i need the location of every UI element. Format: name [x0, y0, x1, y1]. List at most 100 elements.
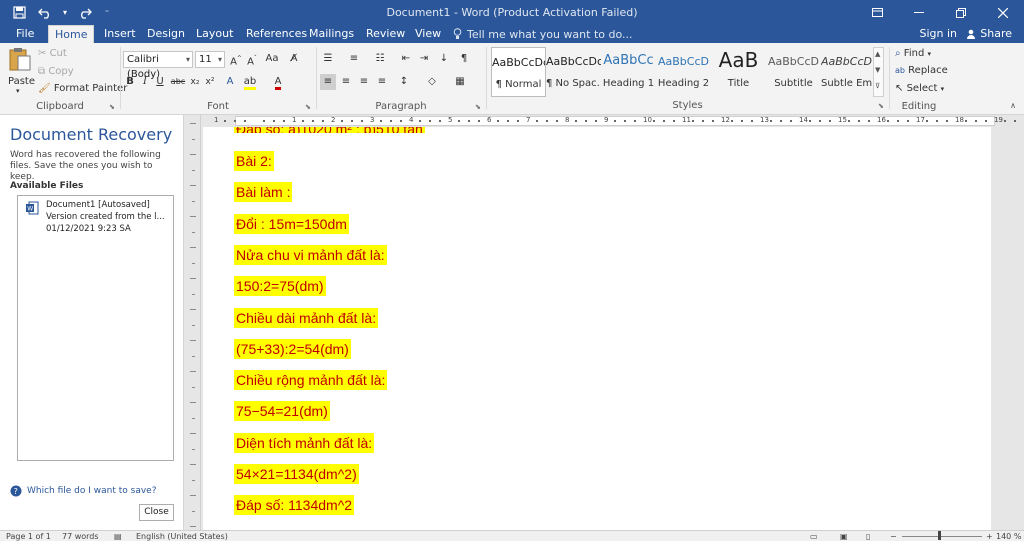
- zoom-out-icon[interactable]: −: [890, 532, 897, 541]
- shading-icon[interactable]: ◇: [424, 74, 440, 90]
- read-mode-icon[interactable]: ▭: [810, 532, 818, 541]
- document-paragraph[interactable]: Bài làm :: [234, 182, 293, 203]
- document-paragraph[interactable]: Đáp số: 1134dm^2: [234, 495, 355, 516]
- justify-icon[interactable]: ≡: [374, 74, 390, 90]
- minimize-icon[interactable]: [898, 0, 940, 25]
- zoom-slider[interactable]: [902, 536, 982, 537]
- paragraph-launcher-icon[interactable]: ⬊: [475, 103, 483, 111]
- numbering-icon[interactable]: ≡: [346, 51, 362, 67]
- format-painter-button[interactable]: 🖌 Format Painter: [38, 83, 127, 94]
- style-title[interactable]: AaB Title: [711, 47, 766, 97]
- ribbon-display-options-icon[interactable]: [856, 0, 898, 25]
- styles-launcher-icon[interactable]: ⬊: [878, 102, 886, 110]
- tab-mailings[interactable]: Mailings: [303, 25, 360, 43]
- shrink-font-icon[interactable]: Aˇ: [244, 51, 260, 67]
- language[interactable]: English (United States): [136, 532, 228, 541]
- superscript-button[interactable]: x²: [202, 74, 218, 90]
- share-button[interactable]: Share: [966, 25, 1012, 42]
- document-paragraph[interactable]: Chiều dài mảnh đất là:: [234, 307, 379, 328]
- select-button[interactable]: ↖ Select ▾: [895, 83, 944, 94]
- clear-formatting-icon[interactable]: A̸: [286, 51, 302, 67]
- multilevel-list-icon[interactable]: ☷: [372, 51, 388, 67]
- style-no-spacing[interactable]: AaBbCcDc ¶ No Spac...: [546, 47, 601, 97]
- style-heading-1[interactable]: AaBbCc Heading 1: [601, 47, 656, 97]
- line-spacing-icon[interactable]: ↕: [396, 74, 412, 90]
- font-launcher-icon[interactable]: ⬊: [305, 103, 313, 111]
- close-icon[interactable]: [982, 0, 1024, 25]
- tab-design[interactable]: Design: [141, 25, 191, 43]
- tab-review[interactable]: Review: [360, 25, 411, 43]
- cut-button[interactable]: ✂ Cut: [38, 48, 67, 59]
- sort-icon[interactable]: ↓: [436, 51, 452, 67]
- highlight-color-icon[interactable]: ab: [242, 74, 258, 90]
- close-button[interactable]: Close: [139, 504, 174, 521]
- style-normal[interactable]: AaBbCcDc ¶ Normal: [491, 47, 546, 97]
- collapse-ribbon-icon[interactable]: ∧: [1010, 101, 1016, 110]
- list-item[interactable]: W Document1 [Autosaved] Version created …: [18, 198, 173, 238]
- subscript-button[interactable]: x₂: [187, 74, 203, 90]
- underline-button[interactable]: U: [152, 74, 168, 90]
- font-size-box[interactable]: 11 ▾: [195, 51, 225, 68]
- restore-icon[interactable]: [940, 0, 982, 25]
- document-paragraph[interactable]: Chiều rộng mảnh đất là:: [234, 370, 388, 391]
- tab-insert[interactable]: Insert: [98, 25, 142, 43]
- decrease-indent-icon[interactable]: ⇤: [398, 51, 414, 67]
- bold-button[interactable]: B: [122, 74, 138, 90]
- find-button[interactable]: ⌕ Find ▾: [895, 48, 931, 59]
- style-subtitle[interactable]: AaBbCcD Subtitle: [766, 47, 821, 97]
- zoom-in-icon[interactable]: +: [986, 532, 993, 541]
- style-subtle-emphasis[interactable]: AaBbCcDc Subtle Em...: [821, 47, 872, 97]
- document-paragraph[interactable]: Diện tích mảnh đất là:: [234, 432, 375, 453]
- which-file-help-link[interactable]: ? Which file do I want to save?: [10, 485, 157, 497]
- horizontal-ruler[interactable]: 1 1 2 3 4 5 6 7 8 9 10 11 12 13 14 15 16 17 18 19: [202, 115, 1024, 127]
- document-paragraph[interactable]: 150:2=75(dm): [234, 276, 326, 297]
- print-layout-icon[interactable]: ▣: [840, 532, 848, 541]
- clipboard-launcher-icon[interactable]: ⬊: [109, 103, 117, 111]
- document-paragraph[interactable]: Nửa chu vi mảnh đất là:: [234, 244, 387, 265]
- chevron-down-icon[interactable]: ▼: [875, 66, 880, 74]
- italic-button[interactable]: I: [137, 74, 153, 90]
- text-effects-icon[interactable]: A: [222, 74, 238, 90]
- copy-button[interactable]: ⧉ Copy: [38, 66, 74, 77]
- align-center-icon[interactable]: ≡: [338, 74, 354, 90]
- strikethrough-button[interactable]: abc: [170, 74, 186, 90]
- document-paragraph[interactable]: Đáp số: a)1020 m² ; b)510 tấn: [234, 127, 425, 133]
- tell-me-box[interactable]: Tell me what you want to do...: [453, 25, 633, 43]
- more-styles-icon[interactable]: ⊽: [875, 82, 880, 90]
- replace-button[interactable]: ab Replace: [895, 65, 948, 76]
- page-count[interactable]: Page 1 of 1: [6, 532, 51, 541]
- word-count[interactable]: 77 words: [62, 532, 99, 541]
- document-paragraph[interactable]: Đổi : 15m=150dm: [234, 213, 349, 234]
- align-left-icon[interactable]: ≡: [320, 74, 336, 90]
- font-color-icon[interactable]: A: [270, 74, 286, 90]
- proofing-icon[interactable]: ▤: [114, 532, 122, 541]
- tab-file[interactable]: File: [10, 25, 40, 43]
- document-paragraph[interactable]: (75+33):2=54(dm): [234, 338, 351, 359]
- chevron-up-icon[interactable]: ▲: [875, 50, 880, 58]
- paste-button[interactable]: Paste ▾: [6, 46, 35, 98]
- show-formatting-icon[interactable]: ¶: [456, 51, 472, 67]
- web-layout-icon[interactable]: ▯: [866, 532, 870, 541]
- increase-indent-icon[interactable]: ⇥: [416, 51, 432, 67]
- document-paragraph[interactable]: Bài 2:: [234, 151, 274, 171]
- style-heading-2[interactable]: AaBbCcD Heading 2: [656, 47, 711, 97]
- grow-font-icon[interactable]: A^: [228, 51, 244, 67]
- document-paragraph[interactable]: 75−54=21(dm): [234, 401, 330, 422]
- change-case-icon[interactable]: Aa: [264, 51, 280, 67]
- tab-layout[interactable]: Layout: [190, 25, 239, 43]
- tab-home[interactable]: Home: [48, 25, 95, 43]
- align-right-icon[interactable]: ≡: [356, 74, 372, 90]
- vertical-ruler[interactable]: [185, 115, 201, 530]
- font-name-box[interactable]: Calibri (Body) ▾: [123, 51, 193, 80]
- borders-icon[interactable]: ▦: [452, 74, 468, 90]
- document-paragraph[interactable]: 54×21=1134(dm^2): [234, 464, 359, 484]
- tab-view[interactable]: View: [409, 25, 447, 43]
- zoom-slider-thumb[interactable]: [938, 531, 941, 540]
- bullets-icon[interactable]: ☰: [320, 51, 336, 67]
- recovered-file-list[interactable]: W Document1 [Autosaved] Version created …: [17, 195, 174, 461]
- document-page[interactable]: Đáp số: a)1020 m² ; b)510 tấn Bài 2: Bài l…: [203, 127, 991, 530]
- sign-in-link[interactable]: Sign in: [919, 25, 957, 42]
- styles-scroller[interactable]: ▲ ▼ ⊽: [873, 47, 884, 97]
- zoom-level[interactable]: 140 %: [996, 532, 1021, 541]
- document-area[interactable]: Đáp số: a)1020 m² ; b)510 tấn Bài 2: Bài l…: [202, 127, 1024, 530]
